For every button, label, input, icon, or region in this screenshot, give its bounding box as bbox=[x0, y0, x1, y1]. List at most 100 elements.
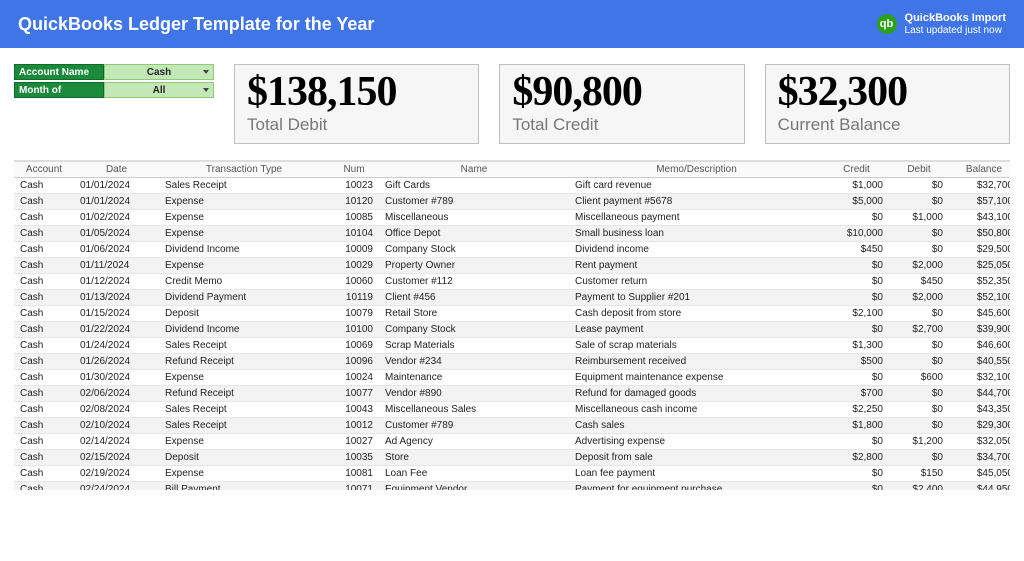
table-row[interactable]: Cash01/05/2024Expense10104Office DepotSm… bbox=[14, 226, 1010, 242]
cell-account: Cash bbox=[14, 482, 74, 491]
cell-account: Cash bbox=[14, 242, 74, 258]
ledger-table-scroll[interactable]: Account Date Transaction Type Num Name M… bbox=[14, 160, 1010, 490]
cell-name: Client #456 bbox=[379, 290, 569, 306]
cell-memo: Deposit from sale bbox=[569, 450, 824, 466]
table-row[interactable]: Cash01/30/2024Expense10024MaintenanceEqu… bbox=[14, 370, 1010, 386]
table-row[interactable]: Cash01/11/2024Expense10029Property Owner… bbox=[14, 258, 1010, 274]
cell-debit: $0 bbox=[889, 418, 949, 434]
table-row[interactable]: Cash02/19/2024Expense10081Loan FeeLoan f… bbox=[14, 466, 1010, 482]
cell-debit: $0 bbox=[889, 450, 949, 466]
cell-name: Miscellaneous Sales bbox=[379, 402, 569, 418]
kpi-credit-value: $90,800 bbox=[512, 71, 731, 113]
cell-num: 10027 bbox=[329, 434, 379, 450]
cell-balance: $44,700 bbox=[949, 386, 1010, 402]
cell-name: Loan Fee bbox=[379, 466, 569, 482]
cell-debit: $1,000 bbox=[889, 210, 949, 226]
th-type[interactable]: Transaction Type bbox=[159, 162, 329, 178]
th-num[interactable]: Num bbox=[329, 162, 379, 178]
ledger-table: Account Date Transaction Type Num Name M… bbox=[14, 161, 1010, 490]
cell-type: Expense bbox=[159, 370, 329, 386]
cell-debit: $600 bbox=[889, 370, 949, 386]
cell-debit: $0 bbox=[889, 402, 949, 418]
cell-name: Vendor #890 bbox=[379, 386, 569, 402]
cell-num: 10069 bbox=[329, 338, 379, 354]
cell-memo: Cash deposit from store bbox=[569, 306, 824, 322]
cell-credit: $1,800 bbox=[824, 418, 889, 434]
th-debit[interactable]: Debit bbox=[889, 162, 949, 178]
cell-debit: $0 bbox=[889, 338, 949, 354]
cell-credit: $1,000 bbox=[824, 178, 889, 194]
kpi-balance-value: $32,300 bbox=[778, 71, 997, 113]
filter-account-select[interactable]: Cash bbox=[104, 64, 214, 80]
cell-balance: $34,700 bbox=[949, 450, 1010, 466]
cell-credit: $2,250 bbox=[824, 402, 889, 418]
cell-credit: $0 bbox=[824, 466, 889, 482]
cell-date: 01/13/2024 bbox=[74, 290, 159, 306]
table-row[interactable]: Cash02/10/2024Sales Receipt10012Customer… bbox=[14, 418, 1010, 434]
cell-debit: $2,000 bbox=[889, 258, 949, 274]
table-row[interactable]: Cash01/12/2024Credit Memo10060Customer #… bbox=[14, 274, 1010, 290]
cell-balance: $52,350 bbox=[949, 274, 1010, 290]
th-memo[interactable]: Memo/Description bbox=[569, 162, 824, 178]
cell-name: Company Stock bbox=[379, 322, 569, 338]
cell-type: Sales Receipt bbox=[159, 402, 329, 418]
cell-type: Credit Memo bbox=[159, 274, 329, 290]
cell-memo: Client payment #5678 bbox=[569, 194, 824, 210]
table-row[interactable]: Cash01/13/2024Dividend Payment10119Clien… bbox=[14, 290, 1010, 306]
table-row[interactable]: Cash02/24/2024Bill Payment10071Equipment… bbox=[14, 482, 1010, 491]
cell-type: Expense bbox=[159, 434, 329, 450]
filter-month: Month of All bbox=[14, 82, 214, 98]
filter-month-select[interactable]: All bbox=[104, 82, 214, 98]
cell-account: Cash bbox=[14, 210, 74, 226]
kpi-current-balance: $32,300 Current Balance bbox=[765, 64, 1010, 144]
cell-date: 02/14/2024 bbox=[74, 434, 159, 450]
filters: Account Name Cash Month of All bbox=[14, 64, 214, 100]
cell-memo: Sale of scrap materials bbox=[569, 338, 824, 354]
table-row[interactable]: Cash02/15/2024Deposit10035StoreDeposit f… bbox=[14, 450, 1010, 466]
cell-num: 10100 bbox=[329, 322, 379, 338]
table-row[interactable]: Cash01/26/2024Refund Receipt10096Vendor … bbox=[14, 354, 1010, 370]
th-date[interactable]: Date bbox=[74, 162, 159, 178]
table-row[interactable]: Cash02/14/2024Expense10027Ad AgencyAdver… bbox=[14, 434, 1010, 450]
cell-debit: $150 bbox=[889, 466, 949, 482]
import-status: QuickBooks Import Last updated just now bbox=[905, 12, 1006, 35]
cell-memo: Equipment maintenance expense bbox=[569, 370, 824, 386]
quickbooks-icon: qb bbox=[877, 14, 897, 34]
th-account[interactable]: Account bbox=[14, 162, 74, 178]
cell-debit: $2,400 bbox=[889, 482, 949, 491]
cell-name: Equipment Vendor bbox=[379, 482, 569, 491]
th-balance[interactable]: Balance bbox=[949, 162, 1010, 178]
cell-balance: $39,900 bbox=[949, 322, 1010, 338]
table-row[interactable]: Cash02/08/2024Sales Receipt10043Miscella… bbox=[14, 402, 1010, 418]
cell-debit: $0 bbox=[889, 242, 949, 258]
table-row[interactable]: Cash02/06/2024Refund Receipt10077Vendor … bbox=[14, 386, 1010, 402]
table-row[interactable]: Cash01/02/2024Expense10085MiscellaneousM… bbox=[14, 210, 1010, 226]
table-row[interactable]: Cash01/15/2024Deposit10079Retail StoreCa… bbox=[14, 306, 1010, 322]
cell-type: Dividend Income bbox=[159, 322, 329, 338]
cell-name: Maintenance bbox=[379, 370, 569, 386]
table-row[interactable]: Cash01/24/2024Sales Receipt10069Scrap Ma… bbox=[14, 338, 1010, 354]
table-row[interactable]: Cash01/06/2024Dividend Income10009Compan… bbox=[14, 242, 1010, 258]
th-name[interactable]: Name bbox=[379, 162, 569, 178]
cell-type: Sales Receipt bbox=[159, 338, 329, 354]
cell-credit: $500 bbox=[824, 354, 889, 370]
cell-name: Customer #789 bbox=[379, 194, 569, 210]
cell-date: 02/15/2024 bbox=[74, 450, 159, 466]
cell-type: Sales Receipt bbox=[159, 178, 329, 194]
cell-date: 01/22/2024 bbox=[74, 322, 159, 338]
table-row[interactable]: Cash01/22/2024Dividend Income10100Compan… bbox=[14, 322, 1010, 338]
cell-type: Expense bbox=[159, 210, 329, 226]
cell-debit: $2,000 bbox=[889, 290, 949, 306]
th-credit[interactable]: Credit bbox=[824, 162, 889, 178]
cell-num: 10077 bbox=[329, 386, 379, 402]
cell-debit: $1,200 bbox=[889, 434, 949, 450]
table-row[interactable]: Cash01/01/2024Sales Receipt10023Gift Car… bbox=[14, 178, 1010, 194]
cell-memo: Payment to Supplier #201 bbox=[569, 290, 824, 306]
cell-num: 10023 bbox=[329, 178, 379, 194]
cell-date: 01/06/2024 bbox=[74, 242, 159, 258]
table-row[interactable]: Cash01/01/2024Expense10120Customer #789C… bbox=[14, 194, 1010, 210]
filter-account: Account Name Cash bbox=[14, 64, 214, 80]
cell-date: 01/26/2024 bbox=[74, 354, 159, 370]
cell-type: Expense bbox=[159, 226, 329, 242]
cell-memo: Customer return bbox=[569, 274, 824, 290]
